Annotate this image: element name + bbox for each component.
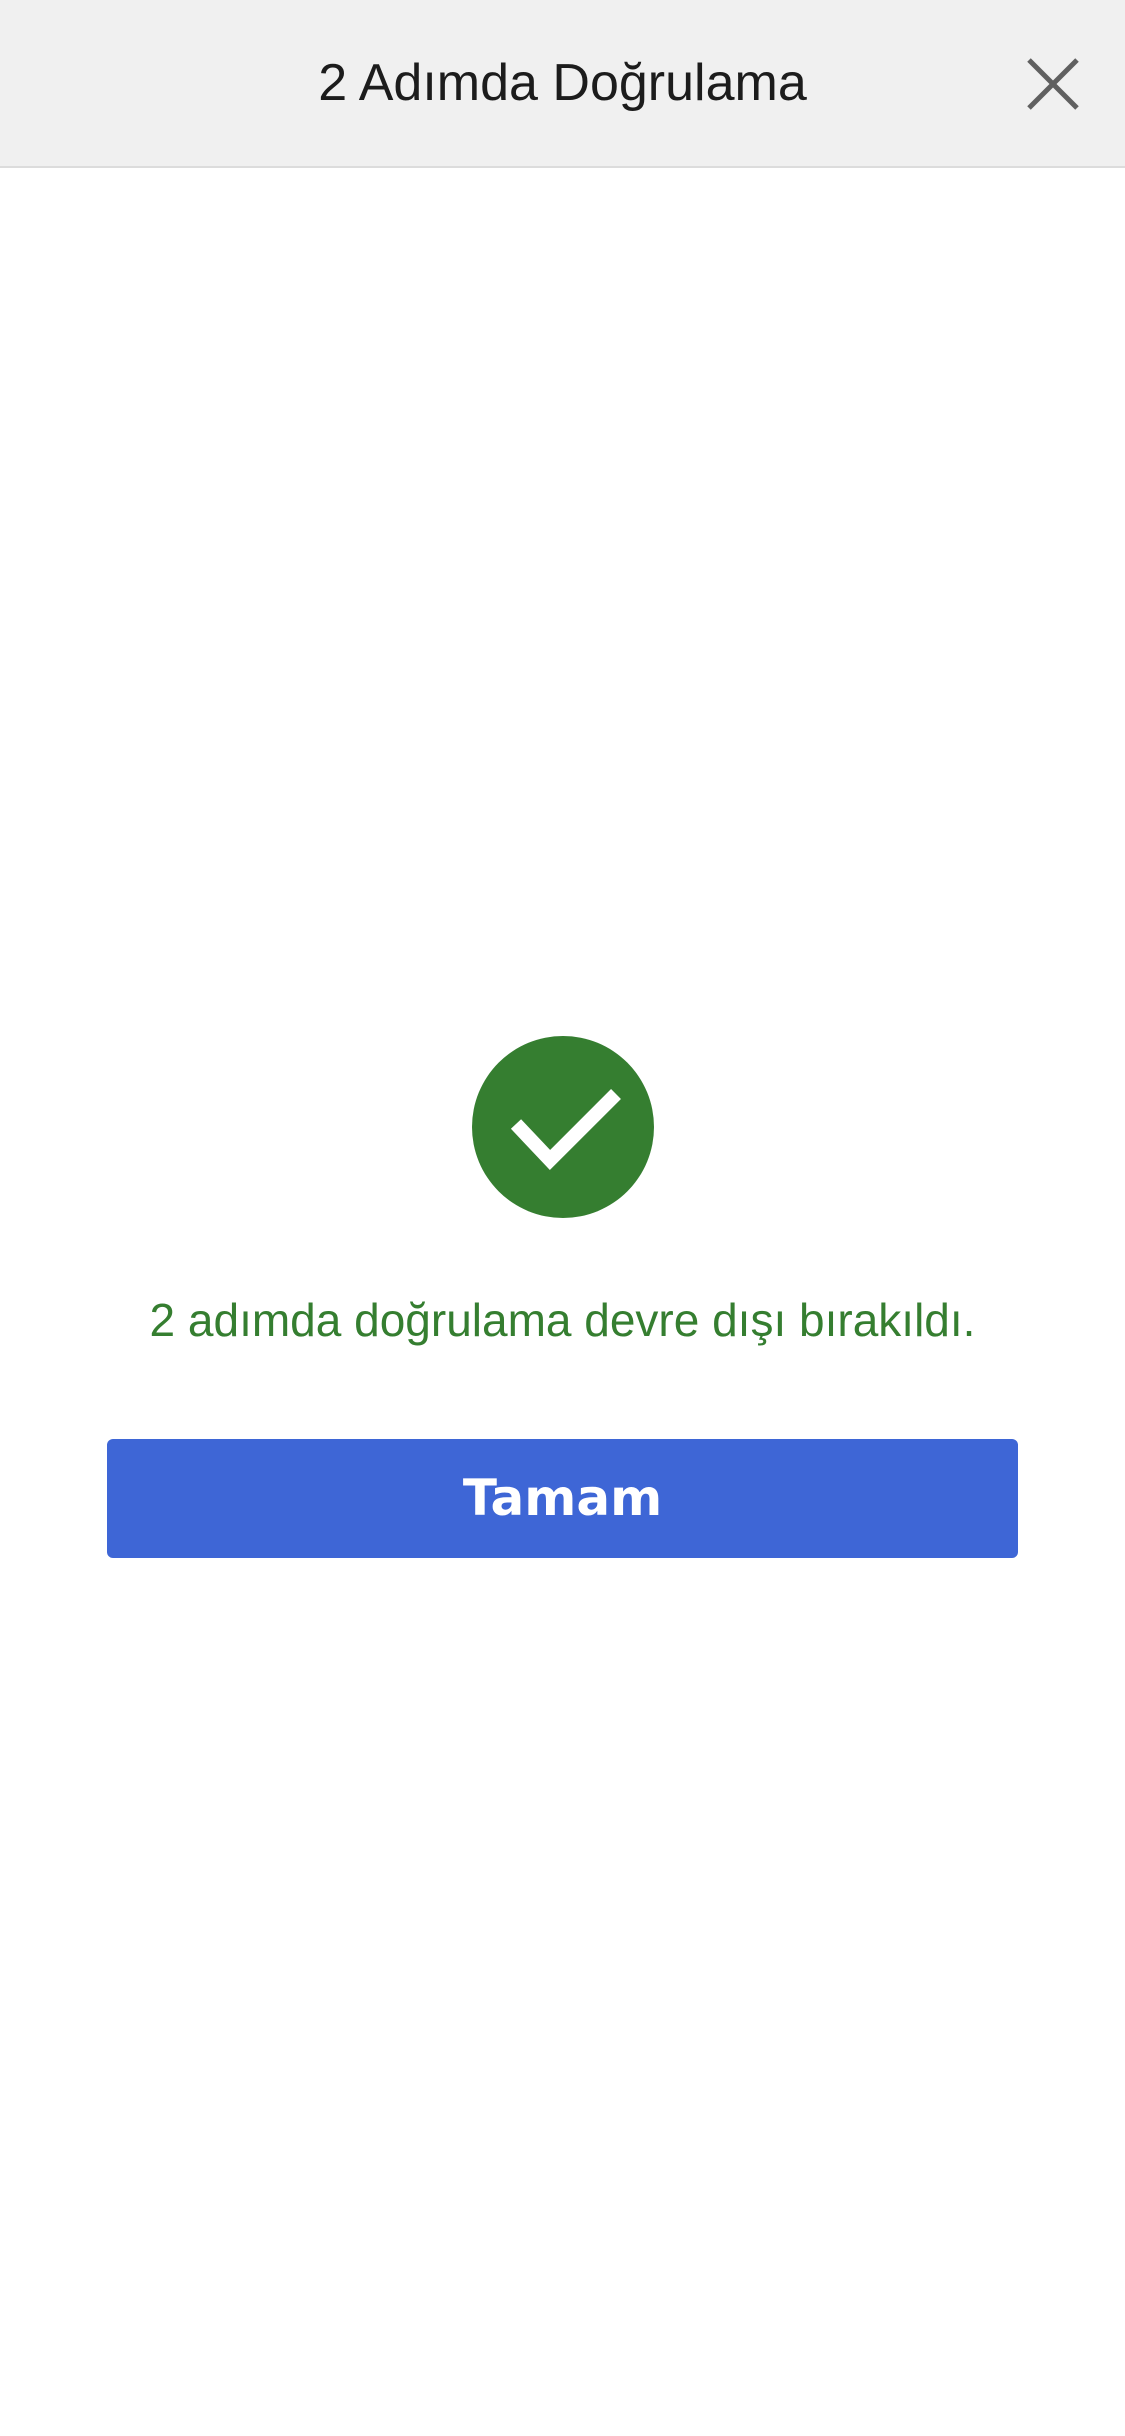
main-content: 2 adımda doğrulama devre dışı bırakıldı.… bbox=[0, 168, 1125, 2436]
modal-header: 2 Adımda Doğrulama bbox=[0, 0, 1125, 168]
checkmark-circle-icon bbox=[472, 1036, 654, 1218]
status-message: 2 adımda doğrulama devre dışı bırakıldı. bbox=[149, 1294, 976, 1346]
close-icon bbox=[1027, 58, 1079, 110]
ok-button[interactable]: Tamam bbox=[107, 1439, 1018, 1558]
close-button[interactable] bbox=[1013, 44, 1093, 124]
page-title: 2 Adımda Doğrulama bbox=[318, 54, 807, 112]
